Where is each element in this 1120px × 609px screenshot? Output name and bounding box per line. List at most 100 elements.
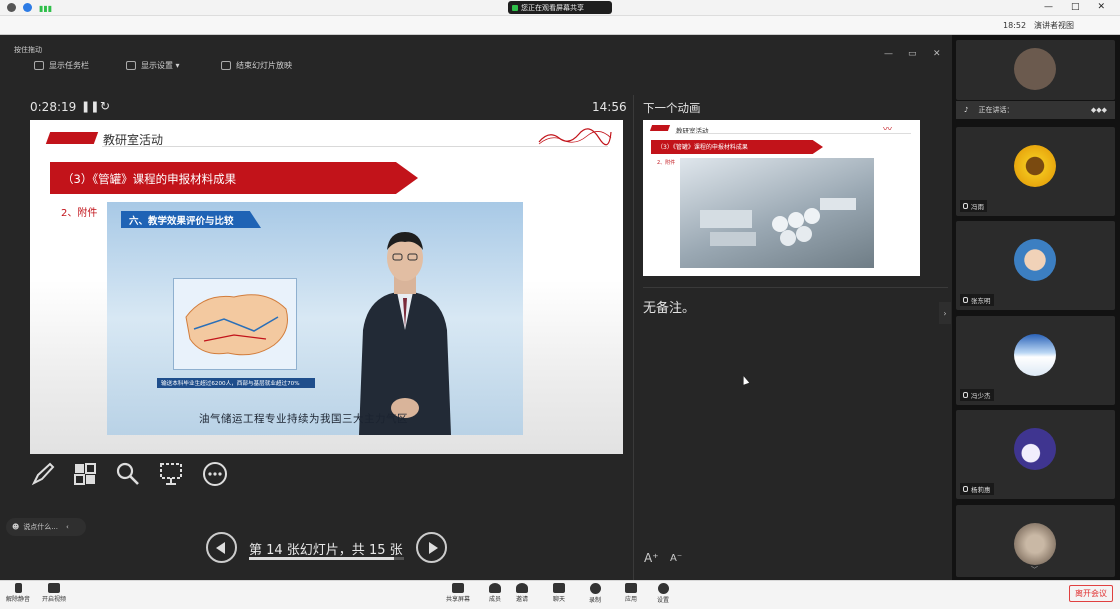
- screen-share-status[interactable]: 您正在观看屏幕共享: [508, 1, 612, 14]
- signal-icon: ▮▮▮: [39, 4, 53, 13]
- avatar: [1014, 145, 1056, 187]
- decrease-font-button[interactable]: A⁻: [670, 553, 682, 564]
- participant-name: 张东明: [960, 294, 994, 306]
- thumb-attach-label: 2、附件: [657, 160, 676, 166]
- slide-header-accent: [45, 132, 99, 144]
- participant-name: 冯少杰: [960, 389, 994, 401]
- leave-meeting-button[interactable]: 离开会议: [1069, 585, 1113, 602]
- taskbar-icon: [34, 61, 44, 70]
- video-subtitle: 油气储运工程专业持续为我国三大主力气区: [199, 413, 408, 425]
- shield-icon: [23, 3, 32, 12]
- presenter-restore-button[interactable]: ▭: [908, 49, 917, 59]
- record-icon: [589, 583, 601, 594]
- chevron-right-icon: [429, 542, 438, 554]
- participant-tile[interactable]: 张东明: [956, 221, 1115, 310]
- participant-tile[interactable]: 冯少杰: [956, 316, 1115, 405]
- increase-font-button[interactable]: A⁺: [644, 551, 659, 565]
- members-icon: [489, 583, 501, 593]
- view-mode-button[interactable]: 演讲者视图: [1034, 19, 1088, 32]
- participant-name: 杨莉惠: [960, 483, 994, 495]
- avatar: [1014, 523, 1056, 565]
- switch-slides-icon[interactable]: [72, 461, 98, 487]
- video-heading: 六、教学效果评价与比较: [129, 216, 234, 227]
- screen-icon[interactable]: [158, 461, 184, 487]
- scroll-down-icon[interactable]: ﹀: [1031, 565, 1038, 575]
- chevron-right-icon: ›: [943, 308, 947, 318]
- slide-progress-bar: [249, 557, 404, 560]
- record-button[interactable]: 录制: [589, 583, 601, 604]
- chat-input[interactable]: ☻ 说点什么... ‹: [6, 518, 86, 536]
- share-screen-button[interactable]: 共享屏幕: [446, 583, 470, 603]
- participant-tile[interactable]: [956, 40, 1115, 100]
- mic-icon: [963, 297, 968, 303]
- presenter-minimize-button[interactable]: —: [884, 49, 893, 59]
- mic-off-icon: [14, 583, 22, 593]
- speaker-icon: ♪: [964, 106, 969, 114]
- maximize-button[interactable]: □: [1071, 2, 1080, 12]
- chat-button[interactable]: 聊天: [553, 583, 565, 603]
- great-wall-logo: [538, 128, 612, 146]
- pause-icon[interactable]: ❚❚: [81, 100, 99, 113]
- previous-slide-button[interactable]: [206, 532, 237, 563]
- presenter-figure: [359, 232, 451, 435]
- show-taskbar-button[interactable]: 显示任务栏: [34, 60, 89, 71]
- slide-banner-text: （3）《管罐》课程的申报材料成果: [62, 172, 237, 186]
- participant-tile[interactable]: 杨莉惠: [956, 410, 1115, 499]
- next-slide-button[interactable]: [416, 532, 447, 563]
- invite-button[interactable]: 邀请: [516, 583, 528, 603]
- slide-header-line: [102, 146, 608, 147]
- current-slide[interactable]: 教研室活动 （3）《管罐》课程的申报材料成果 2、附件 六、教学效果评价与比较 …: [30, 120, 623, 454]
- next-slide-preview[interactable]: 教研室活动 〰 （3）《管罐》课程的申报材料成果 2、附件: [643, 120, 920, 276]
- embedded-video[interactable]: 六、教学效果评价与比较 输送本科毕业生超过6200人，西部与基层就业超过70% …: [107, 202, 523, 435]
- thumb-header-accent: [649, 125, 671, 131]
- collapse-sidebar-button[interactable]: ›: [939, 302, 951, 324]
- presenter-close-button[interactable]: ✕: [933, 49, 941, 59]
- apps-icon: [625, 583, 637, 593]
- meeting-header-bar: [0, 16, 1120, 35]
- presenter-window-title[interactable]: 按住拖动: [14, 45, 42, 55]
- audio-wave-icon: ◆◆◆: [1090, 106, 1107, 114]
- apps-button[interactable]: 应用: [625, 583, 637, 603]
- zoom-icon[interactable]: [115, 461, 141, 487]
- reset-timer-icon[interactable]: ↻: [100, 99, 110, 113]
- elapsed-timer: 0:28:19: [30, 100, 77, 114]
- unmute-button[interactable]: 解除静音: [6, 583, 30, 603]
- window-controls[interactable]: — □ ✕: [1044, 2, 1105, 12]
- settings-button[interactable]: 设置: [657, 583, 669, 604]
- participant-tile[interactable]: 冯雨: [956, 127, 1115, 216]
- members-button[interactable]: 成员: [489, 583, 501, 603]
- slide-counter[interactable]: 第 14 张幻灯片，共 15 张: [249, 539, 403, 558]
- chevron-left-icon: [216, 542, 225, 554]
- speaking-indicator: ♪ 正在讲话： ◆◆◆: [956, 101, 1115, 119]
- close-button[interactable]: ✕: [1098, 2, 1106, 12]
- end-show-icon: [221, 61, 231, 70]
- mic-icon: [963, 392, 968, 398]
- meeting-clock: 18:52: [1003, 21, 1027, 30]
- start-video-button[interactable]: 开启视频: [42, 583, 66, 603]
- avatar: [1014, 428, 1056, 470]
- share-icon: [452, 583, 464, 593]
- notes-separator: [643, 287, 948, 288]
- current-time: 14:56: [592, 100, 627, 114]
- avatar: [1014, 239, 1056, 281]
- mic-icon: [963, 203, 968, 209]
- more-icon[interactable]: [202, 461, 228, 487]
- panel-divider[interactable]: [633, 95, 634, 580]
- gear-icon: [126, 61, 136, 70]
- display-settings-button[interactable]: 显示设置 ▾: [126, 60, 180, 71]
- chat-bubble-icon: [553, 583, 565, 593]
- camera-off-icon: [48, 583, 60, 593]
- next-animation-heading: 下一个动画: [643, 101, 701, 115]
- video-map-graphic: [173, 278, 297, 370]
- app-icon: [7, 3, 16, 12]
- invite-icon: [516, 583, 528, 593]
- pen-icon[interactable]: [30, 461, 56, 487]
- participant-name: 冯雨: [960, 200, 987, 212]
- avatar: [1014, 48, 1056, 90]
- thumb-logo: 〰: [883, 125, 893, 135]
- end-slideshow-button[interactable]: 结束幻灯片放映: [221, 60, 292, 71]
- slide-progress-fill: [249, 557, 394, 560]
- gear-icon: [657, 583, 669, 594]
- speaker-notes[interactable]: 无备注。: [643, 297, 695, 316]
- minimize-button[interactable]: —: [1044, 2, 1053, 12]
